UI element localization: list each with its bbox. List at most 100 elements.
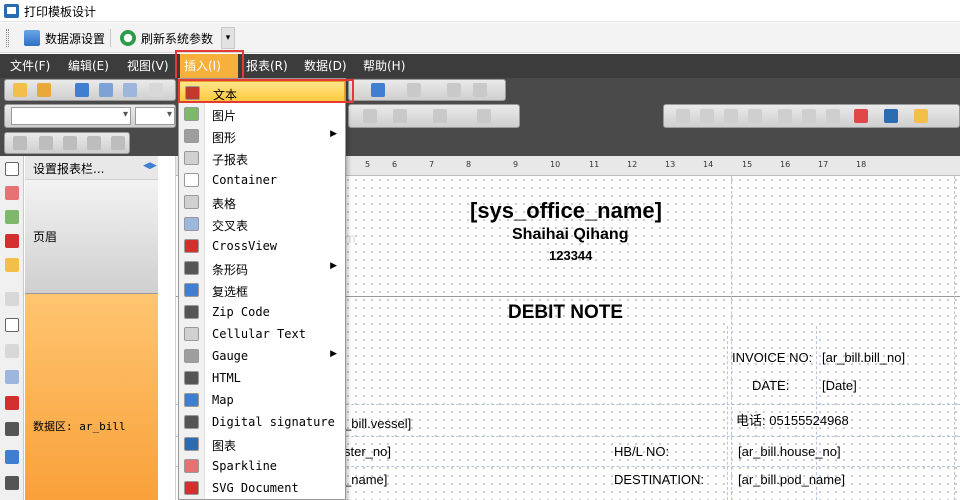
fill-color-icon[interactable] (854, 109, 868, 123)
company-code-field[interactable]: 123344 (549, 248, 592, 263)
page-setup-icon[interactable] (149, 83, 163, 97)
submenu-arrow-icon: ▶ (330, 261, 337, 271)
style-icon[interactable] (477, 109, 491, 123)
invoice-no-label[interactable]: INVOICE NO: (732, 350, 812, 365)
table-tool-icon[interactable] (5, 344, 19, 358)
insert-menu-item-gauge[interactable]: Gauge ▶ (179, 345, 345, 367)
alignment-toolbar (348, 104, 520, 128)
image-tool-icon[interactable] (5, 210, 19, 224)
barcode-icon (184, 261, 199, 275)
insert-menu-item-shape[interactable]: 图形 ▶ (179, 125, 345, 147)
insert-menu-item-html[interactable]: HTML (179, 367, 345, 389)
cut-icon[interactable] (39, 136, 53, 150)
save-icon[interactable] (75, 83, 89, 97)
hbl-no-value[interactable]: [ar_bill.house_no] (738, 444, 841, 459)
preview-icon[interactable] (123, 83, 137, 97)
text-tool-icon[interactable] (5, 186, 19, 200)
svg-tool-icon[interactable] (5, 234, 19, 248)
shape-tool-icon[interactable] (5, 258, 19, 272)
insert-menu-item-checkbox[interactable]: 复选框 (179, 279, 345, 301)
phone-field[interactable]: 电话: 05155524968 (736, 410, 849, 429)
quickbar-overflow-button[interactable]: ▾ (221, 27, 235, 49)
align-bottom-icon[interactable] (748, 109, 762, 123)
report-title[interactable]: DEBIT NOTE (508, 302, 623, 324)
open-icon[interactable] (37, 83, 51, 97)
bring-front-icon[interactable] (447, 83, 461, 97)
join-icon[interactable] (87, 136, 101, 150)
checkbox-tool-icon[interactable] (5, 450, 19, 464)
chart-icon (184, 437, 199, 451)
new-report-icon[interactable] (13, 83, 27, 97)
save-all-icon[interactable] (99, 83, 113, 97)
band-panel-header[interactable]: 设置报表栏... (25, 156, 158, 180)
insert-menu-item-signature[interactable]: Digital signature (179, 411, 345, 433)
menu-report[interactable]: 报表(R) (242, 54, 292, 78)
date-value[interactable]: [Date] (822, 378, 857, 393)
crossview-tool-icon[interactable] (5, 396, 19, 410)
insert-menu-item-table[interactable]: 表格 (179, 191, 345, 213)
insert-menu-item-container[interactable]: Container (179, 169, 345, 191)
same-width-icon[interactable] (778, 109, 792, 123)
menu-help[interactable]: 帮助(H) (359, 54, 409, 78)
align-top-icon[interactable] (724, 109, 738, 123)
menu-edit[interactable]: 编辑(E) (64, 54, 113, 78)
invoice-no-value[interactable]: [ar_bill.bill_no] (822, 350, 905, 365)
crosstab-tool-icon[interactable] (5, 370, 19, 384)
container-tool-icon[interactable] (5, 318, 19, 332)
band-panel: 设置报表栏... ◀▶ 页眉 数据区: ar_bill (25, 156, 158, 500)
same-size-icon[interactable] (826, 109, 840, 123)
hbl-no-label[interactable]: HB/L NO: (614, 444, 669, 459)
destination-value[interactable]: [ar_bill.pod_name] (738, 472, 845, 487)
company-name-field[interactable]: Shaihai Qihang (512, 226, 628, 244)
border-icon[interactable] (433, 109, 447, 123)
submenu-arrow-icon: ▶ (330, 349, 337, 359)
move-icon[interactable] (13, 136, 27, 150)
menu-data[interactable]: 数据(D) (300, 54, 351, 78)
insert-menu-item-subreport[interactable]: 子报表 (179, 147, 345, 169)
size-to-grid-icon[interactable] (700, 109, 714, 123)
menu-view[interactable]: 视图(V) (123, 54, 173, 78)
insert-menu-item-picture[interactable]: 图片 (179, 103, 345, 125)
svg-icon (184, 481, 199, 495)
name-field[interactable]: _name] (344, 472, 387, 487)
insert-menu-item-map[interactable]: Map (179, 389, 345, 411)
band-page-header[interactable]: 页眉 (25, 180, 158, 294)
toolbar-grip[interactable] (6, 29, 9, 47)
insert-menu-item-crossview[interactable]: CrossView (179, 235, 345, 257)
refresh-system-params-button[interactable]: 刷新系统参数 (116, 26, 217, 50)
align-left-icon[interactable] (363, 109, 377, 123)
insert-menu-item-sparkline[interactable]: Sparkline (179, 455, 345, 477)
band-data[interactable]: 数据区: ar_bill (25, 294, 158, 500)
datasource-settings-button[interactable]: 数据源设置 (20, 26, 109, 50)
subreport-tool-icon[interactable] (5, 292, 19, 306)
delete-icon[interactable] (111, 136, 125, 150)
add-icon[interactable] (63, 136, 77, 150)
undo-icon[interactable] (371, 83, 385, 97)
insert-menu-item-svg[interactable]: SVG Document (179, 477, 345, 499)
zipcode-tool-icon[interactable] (5, 476, 19, 490)
line-color-icon[interactable] (914, 109, 928, 123)
insert-menu-item-cellular-text[interactable]: Cellular Text (179, 323, 345, 345)
destination-label[interactable]: DESTINATION: (614, 472, 704, 487)
barcode-tool-icon[interactable] (5, 422, 19, 436)
office-name-field[interactable]: [sys_office_name] (470, 198, 662, 224)
master-no-field[interactable]: ster_no] (344, 444, 391, 459)
grid-align-icon[interactable] (676, 109, 690, 123)
insert-menu-item-crosstab[interactable]: 交叉表 (179, 213, 345, 235)
font-size-combo[interactable] (135, 107, 175, 125)
tools-toolbar (4, 132, 130, 154)
vessel-field[interactable]: _bill.vessel] (344, 416, 411, 431)
collapse-arrows-icon[interactable]: ◀▶ (143, 161, 157, 171)
font-name-combo[interactable] (11, 107, 131, 125)
pointer-icon[interactable] (5, 162, 19, 176)
menu-file[interactable]: 文件(F) (6, 54, 54, 78)
align-center-icon[interactable] (393, 109, 407, 123)
insert-menu-item-zipcode[interactable]: Zip Code (179, 301, 345, 323)
same-height-icon[interactable] (802, 109, 816, 123)
rectangle-icon[interactable] (884, 109, 898, 123)
date-label[interactable]: DATE: (752, 378, 789, 393)
insert-menu-item-barcode[interactable]: 条形码 ▶ (179, 257, 345, 279)
send-back-icon[interactable] (473, 83, 487, 97)
insert-menu-item-chart[interactable]: 图表 (179, 433, 345, 455)
redo-icon[interactable] (407, 83, 421, 97)
